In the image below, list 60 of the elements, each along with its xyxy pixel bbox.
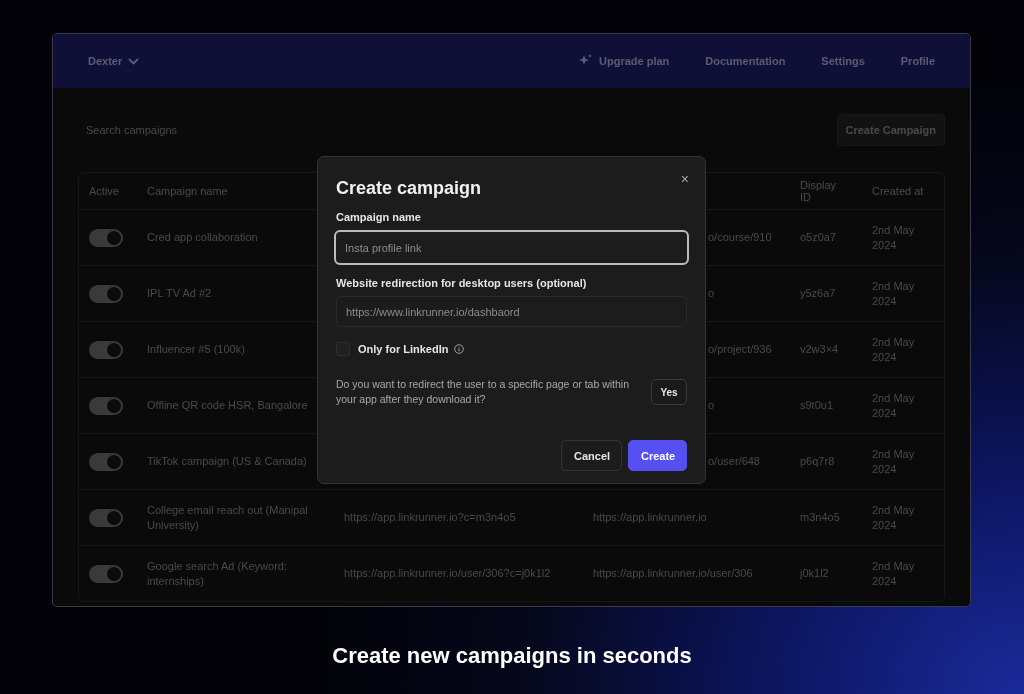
active-toggle[interactable] [89, 340, 123, 359]
table-cell-text: 2nd May 2024 [872, 558, 916, 589]
nav-link[interactable]: Documentation [705, 55, 786, 67]
table-cell-text: 2nd May 2024 [872, 334, 916, 365]
active-toggle[interactable] [89, 452, 123, 471]
table-cell-text: 2nd May 2024 [872, 390, 916, 421]
table-cell-text: 2nd May 2024 [872, 222, 916, 253]
create-button[interactable]: Create [628, 440, 687, 471]
table-cell: m3n4o5 [800, 510, 840, 525]
field-label: Website redirection for desktop users (optional) [336, 277, 588, 289]
active-toggle[interactable] [89, 508, 123, 527]
table-cell: s9t0u1 [800, 398, 834, 413]
yes-button[interactable]: Yes [651, 379, 687, 405]
table-cell: https://app.linkrunner.io/user/306?c=j0k1l2 [344, 566, 551, 581]
nav-link[interactable]: Settings [821, 55, 865, 67]
table-cell: IPL TV Ad #2 [147, 286, 212, 301]
table-cell: o/course/910 [708, 230, 772, 245]
dialog-title: Create campaign [336, 178, 482, 199]
table-cell: o/project/936 [708, 342, 772, 357]
column-header: Created at [871, 185, 925, 197]
question-text: Do you want to redirect the user to a specific page or tab within your app after they download it? [336, 377, 630, 407]
nav-link[interactable]: Profile [900, 55, 935, 67]
table-cell: p6q7r8 [800, 454, 835, 469]
table-cell: y5z6a7 [800, 286, 836, 301]
table-cell: v2w3×4 [800, 342, 839, 357]
cancel-button[interactable]: Cancel [561, 440, 622, 471]
table-cell: https://app.linkrunner.io [593, 510, 707, 525]
table-cell: Offline QR code HSR, Bangalore [147, 398, 308, 413]
table-cell-text: 2nd May 2024 [872, 278, 916, 309]
upgrade-link[interactable]: Upgrade plan [579, 54, 670, 68]
table-cell: https://app.linkrunner.io/user/306 [593, 566, 753, 581]
close-button[interactable]: × [680, 172, 689, 186]
table-cell: j0k1l2 [800, 566, 829, 581]
active-toggle[interactable] [89, 228, 123, 247]
search-field[interactable]: Search campaigns [78, 124, 294, 136]
table-cell: o5z0a7 [800, 230, 837, 245]
column-header: Active [88, 185, 120, 197]
table-cell: Cred app collaboration [147, 230, 258, 245]
active-toggle[interactable] [89, 564, 123, 583]
column-header: Display ID [799, 179, 838, 203]
field-label: Campaign name [336, 211, 422, 223]
caption: Create new campaigns in seconds [332, 643, 692, 669]
workspace-menu[interactable]: Dexter [88, 55, 140, 67]
info-icon [454, 344, 465, 354]
active-toggle[interactable] [89, 396, 123, 415]
active-toggle[interactable] [89, 284, 123, 303]
create-campaign-button[interactable]: Create Campaign [836, 114, 945, 146]
table-cell: Influencer #5 (100k) [147, 342, 245, 357]
column-header: Campaign name [146, 185, 229, 197]
input-field[interactable]: Insta profile link [334, 230, 689, 265]
table-cell: o/user/648 [708, 454, 760, 469]
table-cell: https://app.linkrunner.io?c=m3n4o5 [344, 510, 516, 525]
checkbox-label: Only for LinkedIn [358, 343, 449, 355]
table-cell: TikTok campaign (US & Canada) [147, 454, 307, 469]
table-cell-text: College email reach out (Manipal University) [147, 502, 309, 533]
table-cell-text: Google search Ad (Keyword: internships) [147, 558, 289, 589]
table-cell-text: 2nd May 2024 [872, 502, 916, 533]
input-field[interactable]: https://www.linkrunner.io/dashbaord [336, 296, 687, 327]
table-cell-text: 2nd May 2024 [872, 446, 916, 477]
chevron-down-icon [128, 57, 140, 65]
